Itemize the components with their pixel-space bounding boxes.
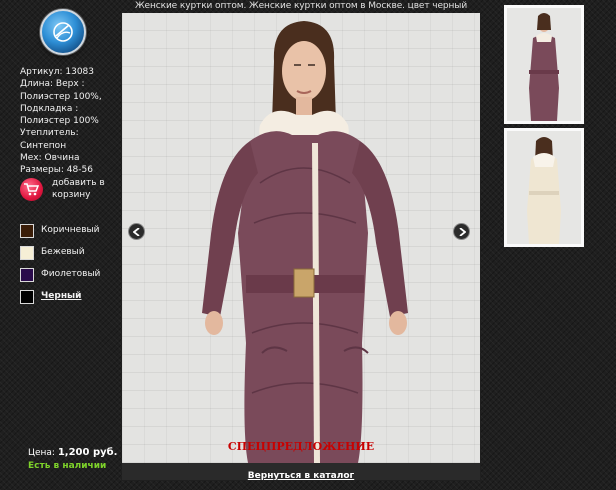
spec-insulation: Синтепон <box>20 140 67 151</box>
product-specs: Артикул: 13083 Длина: Верх : Полиэстер 1… <box>20 66 120 177</box>
spec-lining-label: Подкладка : <box>20 103 79 114</box>
spec-fur: Мех: Овчина <box>20 153 80 164</box>
main-product-photo: СПЕЦПРЕДЛОЖЕНИЕ <box>122 13 480 463</box>
spec-article: Артикул: 13083 <box>20 67 94 77</box>
thumbnail-mauve-jacket[interactable] <box>504 5 584 124</box>
spec-lining: Полиэстер 100% <box>20 116 99 127</box>
globe-logo-icon[interactable] <box>40 9 86 55</box>
color-swatch[interactable] <box>20 268 34 282</box>
price-label: Цена: <box>28 448 55 458</box>
back-to-catalog-link[interactable]: Вернуться в каталог <box>248 471 354 481</box>
previous-arrow-icon[interactable] <box>128 223 145 240</box>
price: Цена: 1,200 руб. <box>28 447 117 458</box>
add-to-cart-button[interactable]: добавить в корзину <box>20 177 120 217</box>
color-label[interactable]: Бежевый <box>41 247 85 257</box>
spec-sizes: Размеры: 48-56 <box>20 165 93 176</box>
color-label[interactable]: Черный <box>41 291 81 301</box>
spec-outer: Полиэстер 100%, <box>20 91 102 102</box>
color-label[interactable]: Фиолетовый <box>41 269 100 279</box>
thumbnail-image <box>507 131 581 244</box>
page-title: Женские куртки оптом. Женские куртки опт… <box>134 1 468 11</box>
thumbnail-cream-jacket-back[interactable] <box>504 128 584 247</box>
spec-insulation-label: Утеплитель: <box>20 128 79 139</box>
price-value: 1,200 руб. <box>57 447 118 458</box>
color-swatch[interactable] <box>20 246 34 260</box>
color-label[interactable]: Коричневый <box>41 225 99 235</box>
cart-icon[interactable] <box>20 178 43 201</box>
next-arrow-icon[interactable] <box>453 223 470 240</box>
color-swatch[interactable] <box>20 224 34 238</box>
spec-length: Длина: Верх : <box>20 79 85 90</box>
back-to-catalog-bar: Вернуться в каталог <box>122 463 480 481</box>
color-swatch[interactable] <box>20 290 34 304</box>
stock-status: Есть в наличии <box>28 461 107 471</box>
add-to-cart-label[interactable]: добавить в корзину <box>52 177 122 202</box>
special-offer-label: СПЕЦПРЕДЛОЖЕНИЕ <box>227 440 375 453</box>
thumbnail-image <box>507 8 581 121</box>
model-illustration <box>202 21 408 463</box>
